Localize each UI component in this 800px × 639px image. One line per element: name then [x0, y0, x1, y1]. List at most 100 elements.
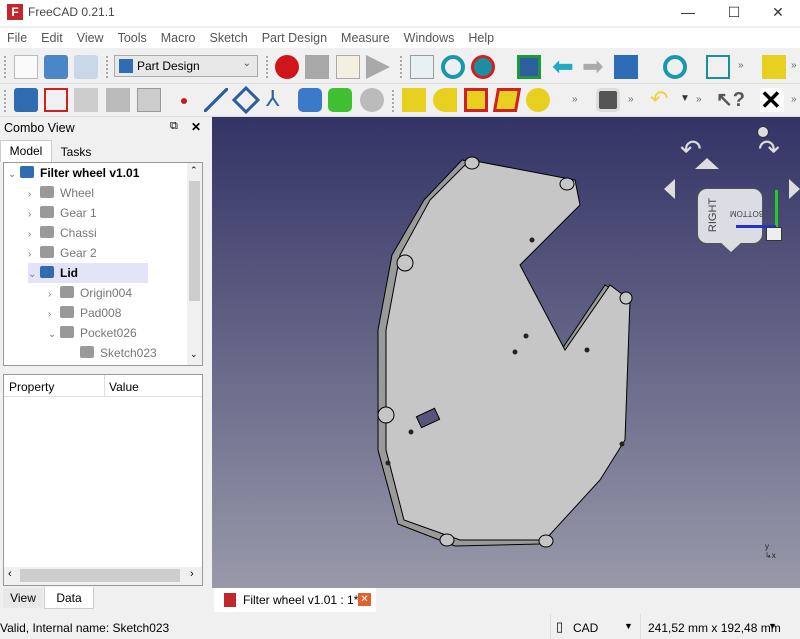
shape-binder-icon[interactable]	[106, 88, 130, 112]
rotate-right-icon[interactable]: ↷	[758, 134, 780, 165]
body-icon[interactable]	[14, 88, 38, 112]
menu-macro[interactable]: Macro	[154, 28, 203, 48]
menu-measure[interactable]: Measure	[334, 28, 397, 48]
create-body-icon[interactable]	[762, 55, 786, 79]
create-sketch-icon[interactable]	[44, 88, 68, 112]
menu-tools[interactable]: Tools	[111, 28, 154, 48]
horizontal-scrollbar[interactable]: ‹ ›	[4, 567, 202, 585]
more-icon[interactable]: »	[791, 94, 797, 105]
fit-all-icon[interactable]	[410, 55, 434, 79]
rotate-right-arrow-icon[interactable]	[789, 179, 800, 199]
measure-icon[interactable]	[596, 88, 620, 112]
expand-arrow-icon[interactable]: ⌄	[8, 165, 20, 185]
close-panel-icon[interactable]: ✕	[191, 120, 201, 134]
menu-windows[interactable]: Windows	[397, 28, 462, 48]
expand-arrow-icon[interactable]: ›	[28, 185, 40, 205]
tree-item[interactable]: › Origin004	[48, 283, 132, 303]
subshape-binder-icon[interactable]	[298, 88, 322, 112]
face-bottom[interactable]: BOTTOM	[730, 209, 764, 218]
maximize-button[interactable]: ☐	[712, 2, 756, 24]
menu-view[interactable]: View	[70, 28, 111, 48]
tree-item[interactable]: Sketch023	[68, 343, 157, 363]
more-icon[interactable]: »	[628, 94, 634, 105]
expand-arrow-icon[interactable]: ⌄	[28, 265, 40, 285]
rotate-left-icon[interactable]: ↶	[680, 134, 702, 165]
macros-icon[interactable]	[336, 55, 360, 79]
navcube-body[interactable]: RIGHT BOTTOM	[697, 188, 764, 244]
sub-shape-binder-icon[interactable]	[328, 88, 352, 112]
additive-helix-icon[interactable]	[526, 88, 550, 112]
navigation-style[interactable]: CAD	[573, 621, 598, 635]
tree-scrollbar[interactable]: ⌃ ⌄	[187, 163, 202, 365]
workbench-selector[interactable]: Part Design ⌄	[114, 55, 258, 77]
float-panel-icon[interactable]: ⧉	[170, 120, 178, 133]
expand-arrow-icon[interactable]: ›	[28, 245, 40, 265]
draw-style-icon[interactable]	[471, 55, 495, 79]
menu-edit[interactable]: Edit	[34, 28, 70, 48]
chevron-down-icon[interactable]: ▼	[624, 621, 633, 631]
expand-arrow-icon[interactable]: ›	[48, 285, 60, 305]
expand-arrow-icon[interactable]: ⌄	[48, 325, 60, 345]
close-x-icon[interactable]: ✕	[760, 87, 784, 113]
isometric-view-icon[interactable]	[706, 55, 730, 79]
more-icon[interactable]: »	[696, 94, 702, 105]
datum-point-icon[interactable]	[181, 98, 187, 104]
mini-cube-icon[interactable]	[766, 227, 782, 241]
tree-item[interactable]: ⌄ Lid	[28, 263, 148, 283]
more-icon[interactable]: »	[791, 60, 797, 71]
forward-arrow-icon[interactable]: ➡	[582, 53, 606, 79]
expand-arrow-icon[interactable]: ›	[28, 225, 40, 245]
tree-item[interactable]: ⌄ Filter wheel v1.01	[8, 163, 139, 183]
open-folder-icon[interactable]	[44, 55, 68, 79]
more-icon[interactable]: »	[572, 94, 578, 105]
clone-icon[interactable]	[137, 88, 161, 112]
stop-macro-icon[interactable]	[305, 55, 329, 79]
additive-loft-icon[interactable]	[464, 88, 488, 112]
tree-item[interactable]: ⌄ Pocket026	[48, 323, 137, 343]
expand-arrow-icon[interactable]: ›	[48, 305, 60, 325]
tree-item[interactable]: › Chassi	[28, 223, 97, 243]
record-macro-icon[interactable]	[275, 55, 299, 79]
tab-view[interactable]: View	[3, 588, 43, 608]
zoom-icon[interactable]	[663, 55, 687, 79]
menu-help[interactable]: Help	[461, 28, 501, 48]
fit-selection-icon[interactable]	[441, 55, 465, 79]
whats-this-icon[interactable]: ↖?	[716, 88, 745, 112]
new-document-icon[interactable]	[14, 55, 38, 79]
pad-icon[interactable]	[402, 88, 426, 112]
more-icon[interactable]: »	[738, 60, 744, 71]
local-coordinate-system-icon[interactable]: ⅄	[266, 88, 290, 112]
datum-line-icon[interactable]	[204, 88, 228, 112]
dimension-readout[interactable]: 241,52 mm x 192,48 mm	[648, 621, 781, 635]
minimize-button[interactable]: —	[666, 2, 710, 24]
close-button[interactable]: ✕	[756, 2, 800, 24]
expand-arrow-icon[interactable]: ›	[28, 205, 40, 225]
document-tab[interactable]: Filter wheel v1.01 : 1* ✕	[214, 588, 376, 612]
tree-item[interactable]: › Wheel	[28, 183, 94, 203]
tree-item[interactable]: › Pad008	[48, 303, 121, 323]
execute-macro-icon[interactable]	[366, 55, 390, 79]
additive-pipe-icon[interactable]	[492, 88, 522, 112]
undo-icon[interactable]: ↶	[650, 88, 674, 112]
tree-item[interactable]: › Gear 1	[28, 203, 97, 223]
menu-file[interactable]: File	[0, 28, 34, 48]
save-icon[interactable]	[74, 55, 98, 79]
chevron-down-icon[interactable]: ▼	[768, 621, 777, 631]
standard-views-icon[interactable]	[614, 55, 638, 79]
tab-model[interactable]: Model	[0, 140, 52, 162]
back-arrow-icon[interactable]: ⬅	[552, 53, 576, 79]
face-right[interactable]: RIGHT	[707, 198, 719, 232]
clone-sheep-icon[interactable]	[360, 88, 384, 112]
datum-plane-icon[interactable]	[231, 85, 261, 115]
tab-tasks[interactable]: Tasks	[52, 142, 100, 162]
chevron-down-icon[interactable]: ▼	[680, 93, 690, 104]
tab-data[interactable]: Data	[44, 587, 94, 609]
menu-sketch[interactable]: Sketch	[203, 28, 255, 48]
navigation-cube[interactable]: RIGHT BOTTOM	[667, 150, 764, 244]
revolution-icon[interactable]	[433, 88, 457, 112]
rotate-left-arrow-icon[interactable]	[664, 179, 675, 199]
rotate-down-arrow-icon[interactable]	[719, 241, 743, 252]
bounding-box-icon[interactable]	[517, 55, 541, 79]
close-tab-icon[interactable]: ✕	[358, 593, 371, 606]
view-menu-icon[interactable]	[757, 126, 769, 138]
